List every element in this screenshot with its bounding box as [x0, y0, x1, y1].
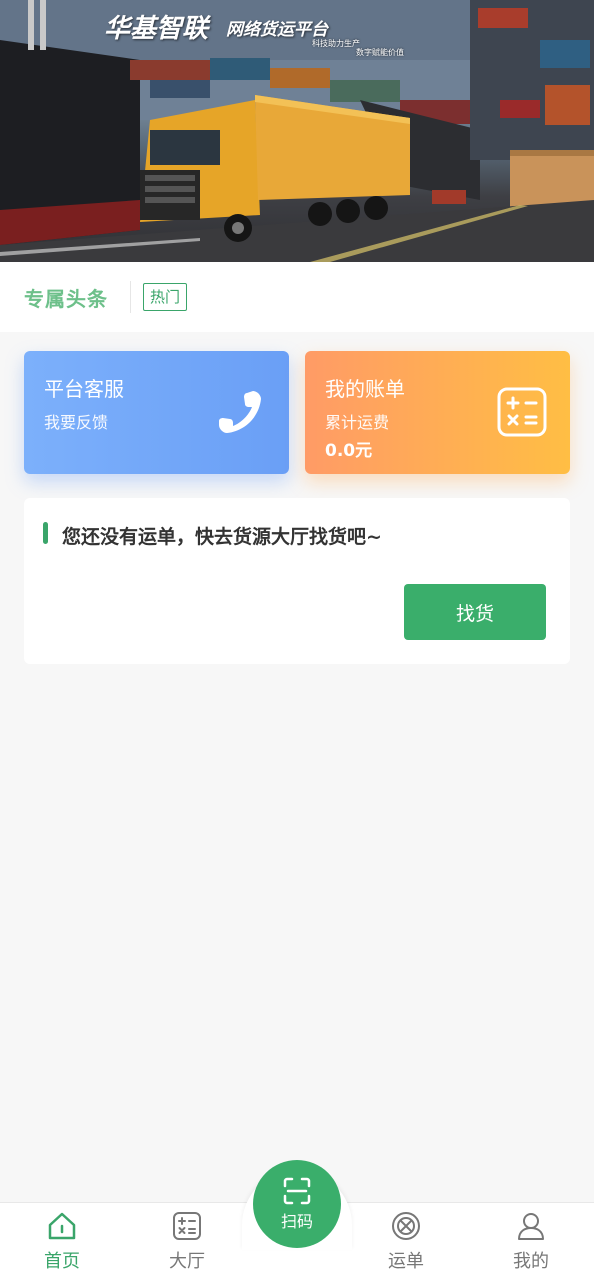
- banner[interactable]: 华基智联 网络货运平台 科技助力生产 数字赋能价值: [0, 0, 594, 262]
- tab-hall[interactable]: 大厅: [147, 1211, 227, 1275]
- wheel-icon: [392, 1212, 420, 1240]
- headline-bar[interactable]: 专属头条 热门: [0, 262, 594, 332]
- tab-mine-label: 我的: [513, 1251, 549, 1272]
- tab-waybill[interactable]: 运单: [366, 1211, 446, 1275]
- headline-divider: [130, 281, 131, 313]
- banner-title: 华基智联: [104, 14, 209, 44]
- banner-slogan-1: 科技助力生产: [312, 39, 360, 48]
- user-icon: [518, 1213, 544, 1240]
- calculator-icon: [173, 1212, 201, 1240]
- scan-button[interactable]: 扫码: [253, 1160, 341, 1248]
- tab-home-label: 首页: [44, 1251, 80, 1272]
- calculator-icon: [497, 387, 547, 437]
- my-bill-card[interactable]: 我的账单 累计运费 0.0元: [305, 351, 570, 474]
- headline-title: 专属头条: [24, 286, 108, 311]
- home-icon: [48, 1212, 76, 1240]
- banner-subtitle: 网络货运平台: [226, 20, 328, 40]
- bill-card-title: 我的账单: [325, 377, 405, 401]
- find-goods-button[interactable]: 找货: [404, 584, 546, 640]
- banner-slogan-2: 数字赋能价值: [356, 48, 404, 57]
- home-page: 华基智联 网络货运平台 科技助力生产 数字赋能价值 专属头条 热门 平台客服 我…: [0, 0, 594, 1280]
- tab-hall-label: 大厅: [169, 1251, 205, 1272]
- service-card-subtitle: 我要反馈: [44, 413, 109, 432]
- waybill-empty-notice: 您还没有运单，快去货源大厅找货吧~ 找货: [24, 498, 570, 664]
- tab-mine[interactable]: 我的: [491, 1211, 571, 1275]
- tab-home[interactable]: 首页: [22, 1211, 102, 1275]
- scan-label: 扫码: [280, 1212, 313, 1231]
- bill-card-subtitle: 累计运费: [325, 413, 390, 432]
- notice-text: 您还没有运单，快去货源大厅找货吧~: [62, 526, 382, 548]
- tab-waybill-label: 运单: [388, 1251, 424, 1272]
- bill-card-amount: 0.0元: [325, 441, 373, 461]
- notice-accent-bar: [43, 522, 48, 544]
- hot-tag: 热门: [143, 283, 188, 311]
- service-card-title: 平台客服: [44, 377, 124, 401]
- scan-icon: [283, 1177, 311, 1205]
- phone-icon: [219, 391, 261, 433]
- customer-service-card[interactable]: 平台客服 我要反馈: [24, 351, 289, 474]
